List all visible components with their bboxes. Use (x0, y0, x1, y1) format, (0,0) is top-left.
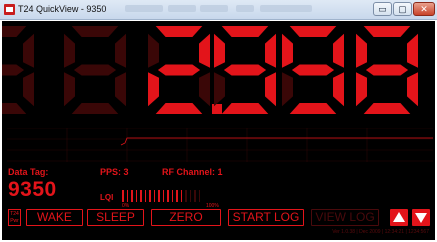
lqi-bar (126, 190, 128, 202)
segment-d (289, 103, 337, 114)
menu-placeholder[interactable] (260, 5, 312, 12)
segment-c (23, 72, 34, 107)
segment-g (365, 64, 409, 76)
lqi-bar (167, 190, 169, 202)
segment-b (115, 33, 126, 68)
lqi-bar (144, 190, 146, 202)
segment-a (2, 26, 27, 37)
segment-d (2, 103, 27, 114)
lqi-bar (158, 190, 160, 202)
segment-a (363, 26, 411, 37)
scroll-up-button[interactable] (390, 209, 408, 226)
segment-f (214, 33, 225, 68)
sensor-power-label: T24 Pwr (10, 211, 19, 224)
digit-4 (282, 26, 344, 114)
segment-c (333, 72, 344, 107)
lqi-bar (162, 190, 164, 202)
segment-b (333, 33, 344, 68)
segment-e (356, 72, 367, 107)
maximize-icon: ▢ (398, 4, 407, 14)
trend-grid (7, 128, 433, 162)
segment-c (407, 72, 418, 107)
segment-e (282, 72, 293, 107)
segment-a (71, 26, 119, 37)
segment-a (289, 26, 337, 37)
lqi-bar (176, 190, 178, 202)
segment-c (199, 72, 210, 107)
segment-e (148, 72, 159, 107)
zero-button[interactable]: ZERO (151, 209, 221, 226)
digit-3 (214, 26, 276, 114)
pps-label: PPS: 3 (100, 167, 129, 177)
segment-d (155, 103, 203, 114)
segment-b (199, 33, 210, 68)
segment-e (64, 72, 75, 107)
segment-c (265, 72, 276, 107)
segment-g (157, 64, 201, 76)
scroll-down-button[interactable] (412, 209, 430, 226)
menu-placeholder[interactable] (200, 5, 228, 12)
digit-1 (64, 26, 126, 114)
data-tag-value: 9350 (8, 178, 57, 201)
lqi-bar (149, 190, 151, 202)
lqi-bar (131, 190, 133, 202)
data-tag-label: Data Tag: (8, 167, 49, 177)
lqi-label: LQI (100, 193, 114, 202)
segment-g (73, 64, 117, 76)
lqi-bar (153, 190, 155, 202)
wake-button[interactable]: WAKE (26, 209, 83, 226)
arrow-down-icon (415, 213, 427, 223)
lqi-bar (189, 190, 191, 202)
rf-channel-label: RF Channel: 1 (162, 167, 223, 177)
arrow-up-icon (393, 212, 405, 222)
menu-placeholder[interactable] (168, 5, 196, 12)
sensor-power-button[interactable]: T24 Pwr (8, 209, 21, 226)
status-footer: Ver 1.0.38 | Dec 2009 | 12:34:21 | 1234:… (332, 229, 429, 235)
menu-placeholder[interactable] (125, 5, 163, 12)
minimize-icon: ▭ (378, 4, 387, 14)
menu-placeholder[interactable] (236, 5, 254, 12)
segment-f (64, 33, 75, 68)
title-bar: T24 QuickView - 9350 ▭ ▢ ✕ (0, 0, 437, 20)
reading-display: Data Tag: 9350 PPS: 3 RF Channel: 1 LQI … (2, 21, 435, 240)
lqi-bar (140, 190, 142, 202)
lqi-bar (122, 190, 124, 202)
digit-2 (148, 26, 210, 114)
lqi-bar (180, 190, 182, 202)
segment-b (265, 33, 276, 68)
lqi-meter (122, 190, 200, 202)
app-icon (4, 4, 15, 15)
window-title: T24 QuickView - 9350 (18, 4, 107, 14)
segment-g (2, 64, 25, 76)
start-log-button[interactable]: START LOG (228, 209, 304, 226)
sleep-button[interactable]: SLEEP (87, 209, 144, 226)
lqi-bar (194, 190, 196, 202)
lqi-bar (198, 190, 200, 202)
segment-c (115, 72, 126, 107)
segment-b (23, 33, 34, 68)
segment-d (71, 103, 119, 114)
trend-chart (7, 128, 433, 162)
segment-a (155, 26, 203, 37)
segment-f (356, 33, 367, 68)
segment-g (291, 64, 335, 76)
lqi-bar (171, 190, 173, 202)
close-icon: ✕ (420, 4, 428, 14)
lqi-bar (135, 190, 137, 202)
lqi-bar (185, 190, 187, 202)
minimize-button[interactable]: ▭ (373, 2, 392, 16)
view-log-button[interactable]: VIEW LOG (311, 209, 379, 226)
segment-e (214, 72, 225, 107)
segment-a (221, 26, 269, 37)
maximize-button[interactable]: ▢ (393, 2, 412, 16)
digit-0 (2, 26, 34, 114)
segment-b (407, 33, 418, 68)
segment-g (223, 64, 267, 76)
segment-d (363, 103, 411, 114)
segment-f (148, 33, 159, 68)
close-button[interactable]: ✕ (413, 2, 435, 16)
segment-d (221, 103, 269, 114)
segment-f (282, 33, 293, 68)
digit-5 (356, 26, 418, 114)
